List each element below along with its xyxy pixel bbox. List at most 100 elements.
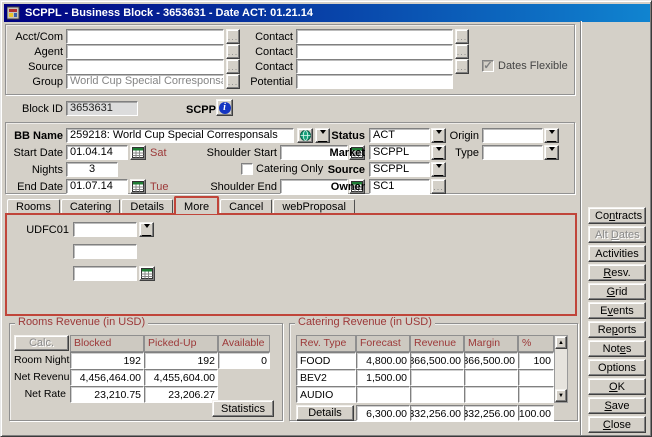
sidebar-button-resv[interactable]: Resv. xyxy=(588,264,646,281)
window-title: SCPPL - Business Block - 3653631 - Date … xyxy=(25,7,313,19)
sidebar-button-events[interactable]: Events xyxy=(588,302,646,319)
acct-com-lookup-button[interactable]: ... xyxy=(226,29,240,44)
udfc01-label: UDFC01 xyxy=(15,223,69,237)
calc-button[interactable]: Calc. xyxy=(14,335,69,351)
tab-catering[interactable]: Catering xyxy=(61,199,121,214)
tab-strip: Rooms Catering Details More Cancel webPr… xyxy=(7,197,356,214)
contact1-lookup-button[interactable]: ... xyxy=(455,29,469,44)
bev2-margin xyxy=(464,369,518,386)
tab-details[interactable]: Details xyxy=(121,199,173,214)
calendar-icon xyxy=(132,147,144,158)
shoulder-start-label: Shoulder Start xyxy=(201,146,277,160)
sidebar-button-options[interactable]: Options xyxy=(588,359,646,376)
column-header-picked-up: Picked-Up xyxy=(144,335,218,352)
udfc01-dropdown-button[interactable] xyxy=(139,222,154,237)
catering-totals-row: Details 6,300.00 3,332,256.00 3,332,256.… xyxy=(296,405,554,421)
food-margin: 3,866,500.00 xyxy=(464,352,518,369)
agent-label: Agent xyxy=(5,45,63,59)
details-button[interactable]: Details xyxy=(296,405,354,421)
calendar-icon xyxy=(132,181,144,192)
scroll-down-button[interactable]: ▼ xyxy=(555,389,567,402)
start-date-calendar-button[interactable] xyxy=(130,145,146,160)
tab-rooms[interactable]: Rooms xyxy=(7,199,60,214)
market-field[interactable]: SCPPL xyxy=(369,145,430,160)
end-date-label: End Date xyxy=(5,180,63,194)
origin-label: Origin xyxy=(437,129,479,143)
food-revenue: 3,866,500.00 xyxy=(410,352,464,369)
group-lookup-button[interactable]: ... xyxy=(226,74,240,89)
catering-table-scrollbar[interactable]: ▲ ▼ xyxy=(554,335,568,403)
catering-only-checkbox[interactable] xyxy=(241,163,253,175)
nights-label: Nights xyxy=(5,163,63,177)
agent-field[interactable] xyxy=(66,44,224,59)
source-acct-field[interactable] xyxy=(66,59,224,74)
audio-margin xyxy=(464,386,518,403)
more-field-3[interactable] xyxy=(73,266,137,281)
contact2-lookup-button[interactable]: ... xyxy=(455,44,469,59)
type-dropdown-button[interactable] xyxy=(544,145,559,160)
type-field[interactable] xyxy=(482,145,543,160)
contact1-label: Contact xyxy=(241,30,293,44)
contact3-field[interactable] xyxy=(296,59,453,74)
sidebar-button-close[interactable]: Close xyxy=(588,416,646,433)
status-field[interactable]: ACT xyxy=(369,128,430,143)
type-label: Type xyxy=(437,146,479,160)
chevron-down-icon xyxy=(436,164,442,171)
rev-type-food[interactable]: FOOD xyxy=(296,352,356,369)
more-field-3-calendar-button[interactable] xyxy=(139,266,155,281)
contact2-field[interactable] xyxy=(296,44,453,59)
shoulder-end-label: Shoulder End xyxy=(201,180,277,194)
tab-cancel[interactable]: Cancel xyxy=(220,199,272,214)
net-rate-picked-up: 23,206.27 xyxy=(144,386,218,403)
start-date-field[interactable]: 01.04.14 xyxy=(66,145,128,160)
origin-dropdown-button[interactable] xyxy=(544,128,559,143)
status-label: Status xyxy=(317,129,365,143)
scroll-up-button[interactable]: ▲ xyxy=(555,336,567,349)
group-label: Group xyxy=(5,75,63,89)
nights-field[interactable]: 3 xyxy=(66,162,118,177)
sidebar-button-activities[interactable]: Activities xyxy=(588,245,646,262)
agent-lookup-button[interactable]: ... xyxy=(226,44,240,59)
end-date-calendar-button[interactable] xyxy=(130,179,146,194)
bev2-revenue xyxy=(410,369,464,386)
market-label: Market xyxy=(317,146,365,160)
group-field[interactable]: World Cup Special Corresponsals xyxy=(66,74,224,89)
sidebar-button-alt-dates[interactable]: Alt Dates xyxy=(588,226,646,243)
room-nights-picked-up: 192 xyxy=(144,352,218,369)
contact1-field[interactable] xyxy=(296,29,453,44)
chevron-down-icon xyxy=(144,224,150,231)
statistics-button[interactable]: Statistics xyxy=(212,400,274,417)
udfc01-field[interactable] xyxy=(73,222,137,237)
source-dropdown-button[interactable] xyxy=(431,162,446,177)
origin-field[interactable] xyxy=(482,128,543,143)
more-field-2[interactable] xyxy=(73,244,137,259)
rev-type-audio[interactable]: AUDIO xyxy=(296,386,356,403)
bb-name-globe-button[interactable] xyxy=(297,128,313,143)
sidebar-button-notes[interactable]: Notes xyxy=(588,340,646,357)
sidebar-button-contracts[interactable]: Contracts xyxy=(588,207,646,224)
row-label-room-nights: Room Nights xyxy=(14,352,70,369)
potential-field[interactable] xyxy=(296,74,453,89)
sidebar-button-ok[interactable]: OK xyxy=(588,378,646,395)
tab-webproposal[interactable]: webProposal xyxy=(273,199,355,214)
source-field[interactable]: SCPPL xyxy=(369,162,430,177)
contact3-lookup-button[interactable]: ... xyxy=(455,59,469,74)
source-lookup-button[interactable]: ... xyxy=(226,59,240,74)
bb-name-label: BB Name xyxy=(5,129,63,143)
chevron-down-icon xyxy=(549,147,555,154)
sidebar-button-reports[interactable]: Reports xyxy=(588,321,646,338)
sidebar-button-grid[interactable]: Grid xyxy=(588,283,646,300)
column-header-margin: Margin xyxy=(464,335,518,352)
owner-lookup-button[interactable]: ... xyxy=(431,179,446,194)
acct-com-field[interactable] xyxy=(66,29,224,44)
info-button[interactable]: i xyxy=(216,99,233,116)
dates-flexible-checkbox[interactable] xyxy=(482,60,494,72)
rev-type-bev2[interactable]: BEV2 xyxy=(296,369,356,386)
row-label-net-revenue: Net Revenue xyxy=(14,369,70,386)
end-date-field[interactable]: 01.07.14 xyxy=(66,179,128,194)
bb-name-field[interactable]: 259218: World Cup Special Corresponsals xyxy=(66,128,294,143)
sidebar-button-save[interactable]: Save xyxy=(588,397,646,414)
net-rate-blocked: 23,210.75 xyxy=(70,386,144,403)
tab-more[interactable]: More xyxy=(174,196,219,214)
owner-field[interactable]: SC1 xyxy=(369,179,430,194)
